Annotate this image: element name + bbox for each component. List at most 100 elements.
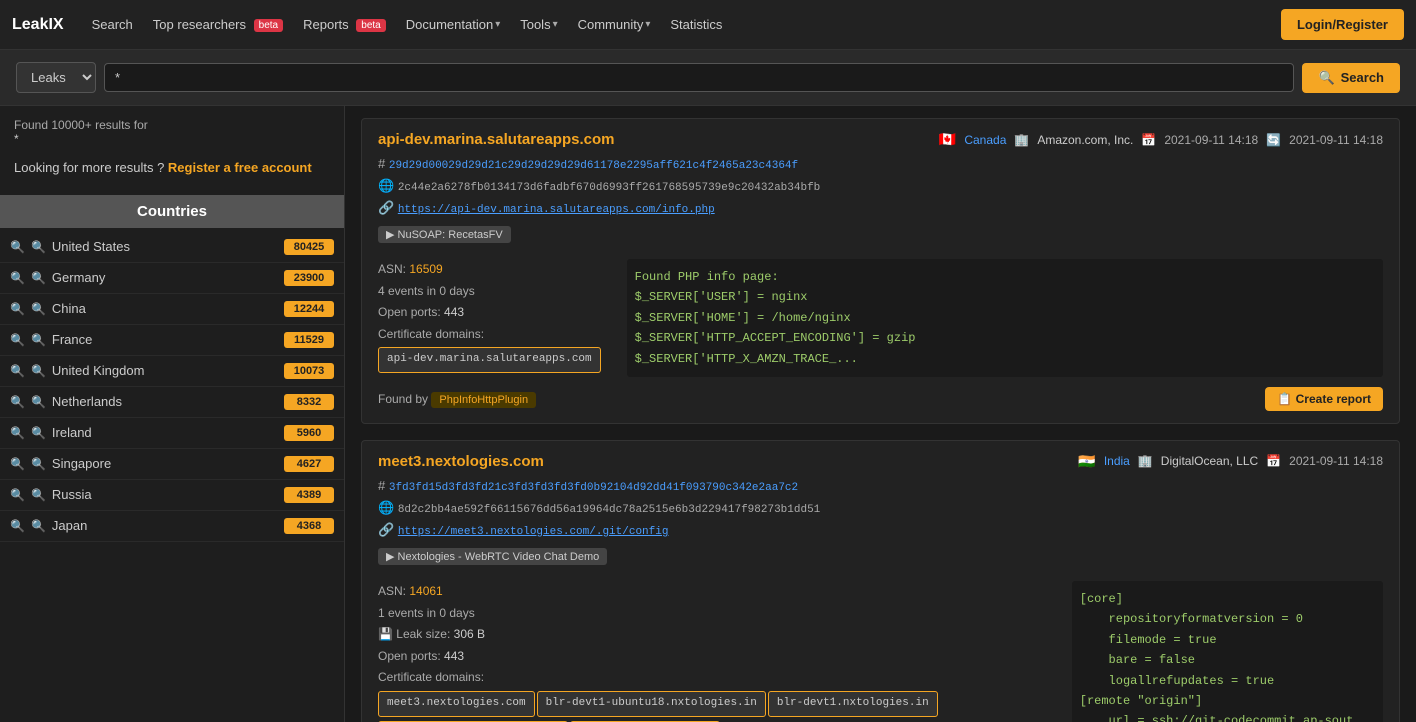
- hash-row: # 29d29d00029d29d21c29d29d29d29d61178e22…: [378, 156, 1383, 172]
- search-zoom2-icon[interactable]: 🔍: [31, 364, 46, 378]
- country-count: 4627: [284, 456, 334, 472]
- results-area: api-dev.marina.salutareapps.com 🇨🇦 Canad…: [345, 106, 1416, 722]
- plugin-tag[interactable]: Nextologies - WebRTC Video Chat Demo: [378, 548, 607, 565]
- search-zoom2-icon[interactable]: 🔍: [31, 333, 46, 347]
- login-register-button[interactable]: Login/Register: [1281, 9, 1404, 40]
- sidebar: Found 10000+ results for * Looking for m…: [0, 106, 345, 722]
- result-url[interactable]: https://meet3.nextologies.com/.git/confi…: [398, 526, 669, 538]
- result-country: India: [1104, 454, 1130, 468]
- result-code: Found PHP info page: $_SERVER['USER'] = …: [627, 259, 1383, 377]
- search-zoom-icon[interactable]: 🔍: [10, 364, 25, 378]
- country-count: 23900: [284, 270, 334, 286]
- hash-row: # 3fd3fd15d3fd3fd21c3fd3fd3fd3fd0b92104d…: [378, 478, 1383, 494]
- search-zoom2-icon[interactable]: 🔍: [31, 519, 46, 533]
- result-header: api-dev.marina.salutareapps.com 🇨🇦 Canad…: [378, 131, 1383, 148]
- search-zoom-icon[interactable]: 🔍: [10, 426, 25, 440]
- search-input[interactable]: [104, 63, 1294, 92]
- country-name: Singapore: [52, 456, 278, 471]
- country-item: 🔍 🔍 United States 80425: [0, 232, 344, 263]
- cert-domains-label: Certificate domains:: [378, 324, 603, 346]
- country-name: United States: [52, 239, 278, 254]
- nav-top-researchers[interactable]: Top researchers beta: [143, 11, 293, 38]
- result-hostname[interactable]: api-dev.marina.salutareapps.com: [378, 131, 614, 148]
- results-list: api-dev.marina.salutareapps.com 🇨🇦 Canad…: [361, 118, 1400, 722]
- nav-community[interactable]: Community: [568, 11, 661, 38]
- create-report-button[interactable]: 📋 Create report: [1265, 387, 1383, 411]
- search-zoom2-icon[interactable]: 🔍: [31, 488, 46, 502]
- country-name: United Kingdom: [52, 363, 278, 378]
- nav-reports[interactable]: Reports beta: [293, 11, 396, 38]
- beta-badge-researchers: beta: [254, 19, 283, 32]
- search-zoom-icon[interactable]: 🔍: [10, 333, 25, 347]
- cert-domains-tags: meet3.nextologies.comblr-devt1-ubuntu18.…: [378, 689, 1048, 722]
- asn-link[interactable]: 14061: [409, 584, 442, 598]
- result-hash: 3fd3fd15d3fd3fd21c3fd3fd3fd3fd0b92104d92…: [389, 482, 798, 494]
- countries-section: Countries: [0, 195, 344, 228]
- calendar-icon: 📅: [1141, 133, 1156, 147]
- search-zoom-icon[interactable]: 🔍: [10, 302, 25, 316]
- search-zoom2-icon[interactable]: 🔍: [31, 240, 46, 254]
- ports-row: Open ports: 443: [378, 302, 603, 324]
- navbar: LeakIX Search Top researchers beta Repor…: [0, 0, 1416, 50]
- search-zoom-icon[interactable]: 🔍: [10, 271, 25, 285]
- cert-row: 🌐 2c44e2a6278fb0134173d6fadbf670d6993ff2…: [378, 178, 1383, 194]
- search-zoom2-icon[interactable]: 🔍: [31, 271, 46, 285]
- country-item: 🔍 🔍 United Kingdom 10073: [0, 356, 344, 387]
- ports-row: Open ports: 443: [378, 646, 1048, 668]
- country-item: 🔍 🔍 Netherlands 8332: [0, 387, 344, 418]
- country-name: Netherlands: [52, 394, 278, 409]
- result-date2: 2021-09-11 14:18: [1289, 133, 1383, 147]
- result-details: ASN: 16509 4 events in 0 days Open ports…: [378, 259, 1383, 377]
- result-hostname[interactable]: meet3.nextologies.com: [378, 453, 544, 470]
- search-zoom-icon[interactable]: 🔍: [10, 519, 25, 533]
- refresh-icon: 🔄: [1266, 133, 1281, 147]
- result-meta-right: 🇨🇦 Canada 🏢 Amazon.com, Inc. 📅 2021-09-1…: [939, 131, 1383, 148]
- result-url[interactable]: https://api-dev.marina.salutareapps.com/…: [398, 204, 715, 216]
- search-zoom2-icon[interactable]: 🔍: [31, 395, 46, 409]
- search-zoom2-icon[interactable]: 🔍: [31, 302, 46, 316]
- nav-statistics[interactable]: Statistics: [660, 11, 732, 38]
- search-zoom2-icon[interactable]: 🔍: [31, 426, 46, 440]
- provider-icon: 🏢: [1014, 133, 1029, 147]
- search-zoom-icon[interactable]: 🔍: [10, 240, 25, 254]
- result-cert: 2c44e2a6278fb0134173d6fadbf670d6993ff261…: [398, 182, 820, 194]
- link-icon: 🔗: [378, 522, 394, 537]
- country-count: 11529: [284, 332, 334, 348]
- country-item: 🔍 🔍 France 11529: [0, 325, 344, 356]
- asn-row: ASN: 14061: [378, 581, 1048, 603]
- calendar-icon: 📅: [1266, 454, 1281, 468]
- dns-icon: 🌐: [378, 500, 394, 515]
- country-name: Russia: [52, 487, 278, 502]
- search-zoom2-icon[interactable]: 🔍: [31, 457, 46, 471]
- url-row: 🔗 https://meet3.nextologies.com/.git/con…: [378, 522, 1383, 538]
- search-type-select[interactable]: Leaks: [16, 62, 96, 93]
- asn-row: ASN: 16509: [378, 259, 603, 281]
- cert-domains-label: Certificate domains:: [378, 667, 1048, 689]
- country-count: 4389: [284, 487, 334, 503]
- result-card: meet3.nextologies.com 🇮🇳 India 🏢 Digital…: [361, 440, 1400, 722]
- country-item: 🔍 🔍 Ireland 5960: [0, 418, 344, 449]
- country-count: 10073: [284, 363, 334, 379]
- register-link[interactable]: Register a free account: [168, 160, 312, 175]
- country-name: Japan: [52, 518, 278, 533]
- asn-link[interactable]: 16509: [409, 262, 442, 276]
- search-zoom-icon[interactable]: 🔍: [10, 457, 25, 471]
- search-zoom-icon[interactable]: 🔍: [10, 395, 25, 409]
- nav-documentation[interactable]: Documentation: [396, 11, 510, 38]
- search-icon: 🔍: [1318, 70, 1334, 86]
- search-zoom-icon[interactable]: 🔍: [10, 488, 25, 502]
- found-by-tag: PhpInfoHttpPlugin: [431, 392, 536, 408]
- plugin-tag[interactable]: NuSOAP: RecetasFV: [378, 226, 511, 243]
- result-card: api-dev.marina.salutareapps.com 🇨🇦 Canad…: [361, 118, 1400, 424]
- country-item: 🔍 🔍 Russia 4389: [0, 480, 344, 511]
- result-provider: DigitalOcean, LLC: [1161, 454, 1258, 468]
- sidebar-meta: Found 10000+ results for *: [0, 106, 344, 150]
- nav-search[interactable]: Search: [82, 11, 143, 38]
- country-count: 80425: [284, 239, 334, 255]
- result-date1: 2021-09-11 14:18: [1164, 133, 1258, 147]
- nav-tools[interactable]: Tools: [510, 11, 567, 38]
- search-button[interactable]: 🔍 Search: [1302, 63, 1400, 93]
- cert-domain-tag: api-dev.marina.salutareapps.com: [378, 347, 601, 373]
- brand-logo[interactable]: LeakIX: [12, 16, 64, 34]
- result-details: ASN: 14061 1 events in 0 days 💾 Leak siz…: [378, 581, 1383, 722]
